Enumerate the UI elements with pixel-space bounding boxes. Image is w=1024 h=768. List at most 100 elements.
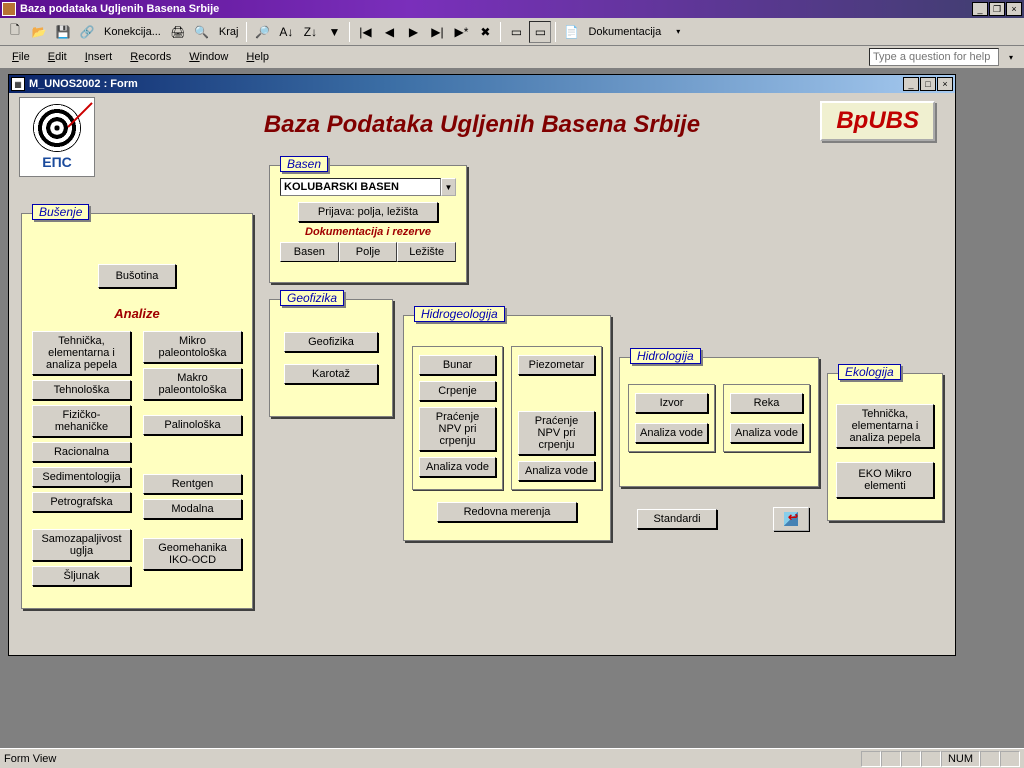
doc-icon[interactable]: 📄: [560, 21, 582, 43]
btn-petrografska[interactable]: Petrografska: [32, 492, 131, 512]
nav-last-icon[interactable]: ▶|: [426, 21, 448, 43]
btn-basen[interactable]: Basen: [280, 242, 339, 262]
logo-text: ЕПС: [42, 154, 72, 170]
brand-box: BpUBS: [820, 101, 935, 141]
close-button[interactable]: ×: [1006, 2, 1022, 16]
status-cell-7: [1000, 751, 1020, 767]
panel-hidrogeologija: Hidrogeologija Bunar Crpenje Praćenje NP…: [403, 315, 611, 541]
panel-label-busenje: Bušenje: [32, 204, 89, 220]
dropdown-icon[interactable]: ▾: [667, 21, 689, 43]
status-cell-3: [901, 751, 921, 767]
form-minimize-button[interactable]: _: [903, 77, 919, 91]
btn-tehnicka[interactable]: Tehnička, elementarna i analiza pepela: [32, 331, 131, 375]
btn-reka[interactable]: Reka: [730, 393, 803, 413]
help-search-input[interactable]: [869, 48, 999, 66]
preview-icon[interactable]: 🔍: [191, 21, 213, 43]
hidrogeo-col1: Bunar Crpenje Praćenje NPV pri crpenju A…: [412, 346, 503, 490]
statusbar: Form View NUM: [0, 748, 1024, 768]
btn-rentgen[interactable]: Rentgen: [143, 474, 242, 494]
menu-records[interactable]: Records: [122, 49, 179, 65]
menu-edit[interactable]: Edit: [40, 49, 75, 65]
basen-combo-input[interactable]: [280, 178, 441, 196]
sort-desc-icon[interactable]: Z↓: [299, 21, 321, 43]
btn-crpenje[interactable]: Crpenje: [419, 381, 496, 401]
btn-redovna-merenja[interactable]: Redovna merenja: [437, 502, 577, 522]
btn-pracenje-npv-1[interactable]: Praćenje NPV pri crpenju: [419, 407, 496, 451]
btn-sljunak[interactable]: Šljunak: [32, 566, 131, 586]
print-icon[interactable]: 🖨: [167, 21, 189, 43]
menu-help[interactable]: Help: [238, 49, 277, 65]
status-left: Form View: [4, 753, 56, 765]
btn-racionalna[interactable]: Racionalna: [32, 442, 131, 462]
hidro-bottom-row: Standardi: [637, 507, 809, 531]
btn-sedimentologija[interactable]: Sedimentologija: [32, 467, 131, 487]
window-controls: _ ❐ ×: [972, 2, 1022, 16]
nav-new-icon[interactable]: ▶*: [450, 21, 472, 43]
link-icon[interactable]: 🔗: [76, 21, 98, 43]
exit-button[interactable]: [773, 507, 809, 531]
panel-label-basen: Basen: [280, 156, 328, 172]
btn-geofizika[interactable]: Geofizika: [284, 332, 378, 352]
dokumentacija-button[interactable]: Dokumentacija: [584, 26, 665, 38]
btn-samozapaljivost[interactable]: Samozapaljivost uglja: [32, 529, 131, 561]
form-window: ▦ M_UNOS2002 : Form _ □ × ЕПС Baza Podat…: [8, 74, 956, 656]
btn-fizicko[interactable]: Fizičko-mehaničke: [32, 405, 131, 437]
form-close-button[interactable]: ×: [937, 77, 953, 91]
btn-piezometar[interactable]: Piezometar: [518, 355, 595, 375]
restore-button[interactable]: ❐: [989, 2, 1005, 16]
btn-tehnoloska[interactable]: Tehnološka: [32, 380, 131, 400]
save-icon[interactable]: 💾: [52, 21, 74, 43]
new-icon[interactable]: 🗋: [4, 21, 26, 43]
menu-window[interactable]: Window: [181, 49, 236, 65]
nav-first-icon[interactable]: |◀: [354, 21, 376, 43]
btn-eko-tehnicka[interactable]: Tehnička, elementarna i analiza pepela: [836, 404, 934, 448]
btn-palinoloska[interactable]: Palinološka: [143, 415, 242, 435]
panel-busenje: Bušenje Bušotina Analize Tehnička, eleme…: [21, 213, 253, 609]
btn-analiza-vode-2[interactable]: Analiza vode: [518, 461, 595, 481]
panel-label-hidrogeologija: Hidrogeologija: [414, 306, 505, 322]
app-title: Baza podataka Ugljenih Basena Srbije: [20, 3, 972, 15]
help-dropdown-icon[interactable]: ▾: [1002, 48, 1020, 66]
btn-leziste[interactable]: Ležište: [397, 242, 456, 262]
btn-standardi[interactable]: Standardi: [637, 509, 717, 529]
form-window-title: M_UNOS2002 : Form: [29, 78, 903, 90]
status-cell-2: [881, 751, 901, 767]
btn-mikro-paleo[interactable]: Mikro paleontološka: [143, 331, 242, 363]
nav-next-icon[interactable]: ▶: [402, 21, 424, 43]
mdi-area: ▦ M_UNOS2002 : Form _ □ × ЕПС Baza Podat…: [0, 68, 1024, 744]
panel-label-geofizika: Geofizika: [280, 290, 344, 306]
help-search: ▾: [869, 48, 1020, 66]
btn-karotaz[interactable]: Karotaž: [284, 364, 378, 384]
kraj-button[interactable]: Kraj: [215, 26, 243, 38]
analize-label: Analize: [22, 306, 252, 321]
btn-pracenje-npv-2[interactable]: Praćenje NPV pri crpenju: [518, 411, 595, 455]
btn-polje[interactable]: Polje: [339, 242, 398, 262]
btn-bunar[interactable]: Bunar: [419, 355, 496, 375]
status-cell-4: [921, 751, 941, 767]
btn-analiza-vode-4[interactable]: Analiza vode: [730, 423, 803, 443]
btn-izvor[interactable]: Izvor: [635, 393, 708, 413]
filter-icon[interactable]: ▼: [323, 21, 345, 43]
basen-combo-dropdown[interactable]: ▼: [441, 178, 456, 196]
nav-prev-icon[interactable]: ◀: [378, 21, 400, 43]
find-icon[interactable]: 🔎: [251, 21, 273, 43]
btn-analiza-vode-3[interactable]: Analiza vode: [635, 423, 708, 443]
btn-analiza-vode-1[interactable]: Analiza vode: [419, 457, 496, 477]
btn-prijava[interactable]: Prijava: polja, ležišta: [298, 202, 438, 222]
mode1-icon[interactable]: ▭: [505, 21, 527, 43]
mode2-icon[interactable]: ▭: [529, 21, 551, 43]
busotina-button[interactable]: Bušotina: [98, 264, 176, 288]
btn-modalna[interactable]: Modalna: [143, 499, 242, 519]
btn-geomehanika[interactable]: Geomehanika IKO-OCD: [143, 538, 242, 570]
sort-asc-icon[interactable]: A↓: [275, 21, 297, 43]
open-icon[interactable]: 📂: [28, 21, 50, 43]
menu-insert[interactable]: Insert: [77, 49, 121, 65]
panel-geofizika: Geofizika Geofizika Karotaž: [269, 299, 393, 417]
menu-file[interactable]: File: [4, 49, 38, 65]
btn-eko-mikro[interactable]: EKO Mikro elementi: [836, 462, 934, 498]
form-maximize-button[interactable]: □: [920, 77, 936, 91]
konekcija-button[interactable]: Konekcija...: [100, 26, 165, 38]
delete-icon[interactable]: ✖: [474, 21, 496, 43]
minimize-button[interactable]: _: [972, 2, 988, 16]
btn-makro-paleo[interactable]: Makro paleontološka: [143, 368, 242, 400]
